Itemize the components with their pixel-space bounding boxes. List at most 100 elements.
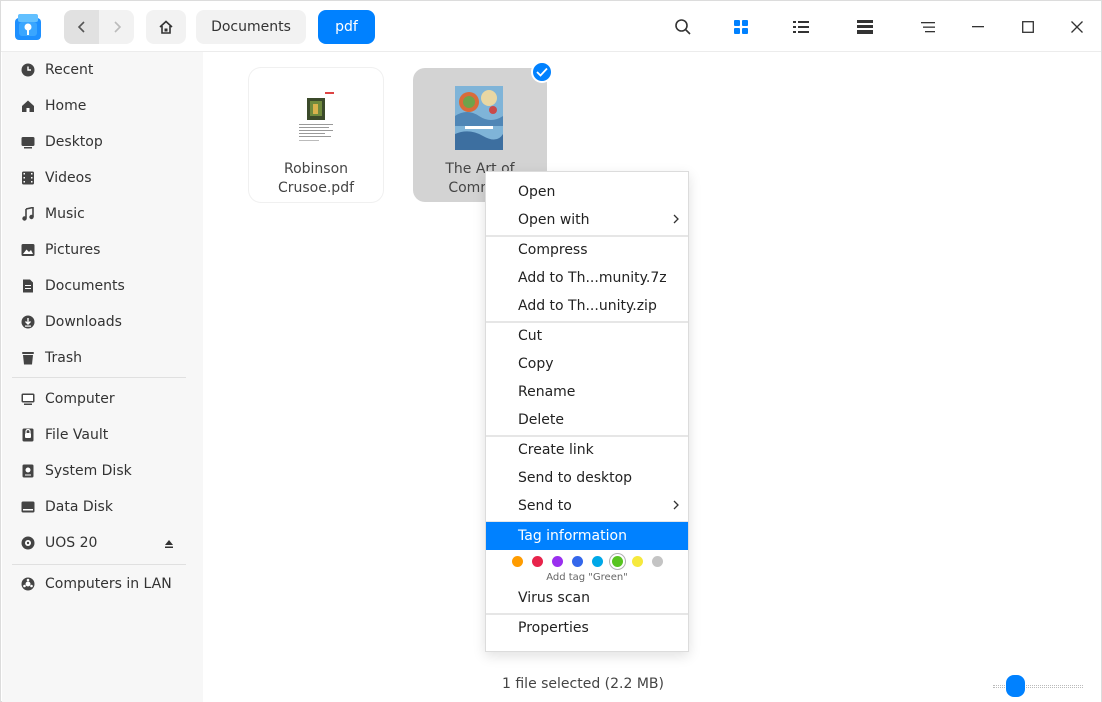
disk-icon — [20, 463, 36, 479]
menu-item-rename[interactable]: Rename — [486, 378, 688, 406]
sidebar-item-label: Computers in LAN — [45, 576, 172, 592]
sidebar-item-home[interactable]: Home — [2, 88, 203, 124]
chevron-right-icon — [113, 21, 121, 33]
status-bar-text: 1 file selected (2.2 MB) — [502, 676, 664, 692]
trash-icon — [20, 350, 36, 366]
sidebar-item-system-disk[interactable]: System Disk — [2, 453, 203, 489]
list-view-icon[interactable] — [788, 14, 814, 40]
menu-item-add-to-7z[interactable]: Add to Th...munity.7z — [486, 264, 688, 292]
title-bar: Documents pdf — [1, 1, 1101, 52]
home-button[interactable] — [146, 10, 186, 44]
tag-hint: Add tag "Green" — [546, 572, 628, 583]
menu-item-copy[interactable]: Copy — [486, 350, 688, 378]
menu-item-compress[interactable]: Compress — [486, 236, 688, 264]
tag-navy-blue[interactable] — [572, 556, 583, 567]
menu-item-cut[interactable]: Cut — [486, 322, 688, 350]
home-icon — [20, 98, 36, 114]
breadcrumb-pdf[interactable]: pdf — [318, 10, 375, 44]
sidebar-item-label: Downloads — [45, 314, 122, 330]
tag-gray[interactable] — [652, 556, 663, 567]
network-icon — [20, 576, 36, 592]
tag-green[interactable] — [612, 556, 623, 567]
menu-icon[interactable] — [915, 14, 941, 40]
file-manager-logo-icon — [13, 12, 43, 42]
sidebar-item-desktop[interactable]: Desktop — [2, 124, 203, 160]
tag-blue[interactable] — [592, 556, 603, 567]
sidebar-item-music[interactable]: Music — [2, 196, 203, 232]
tag-purple[interactable] — [552, 556, 563, 567]
breadcrumb-documents[interactable]: Documents — [196, 10, 306, 44]
search-icon[interactable] — [670, 14, 696, 40]
optical-disc-icon — [20, 535, 36, 551]
sidebar-item-downloads[interactable]: Downloads — [2, 304, 203, 340]
sidebar-item-uos-20[interactable]: UOS 20 — [2, 525, 203, 561]
menu-item-add-to-zip[interactable]: Add to Th...unity.zip — [486, 292, 688, 320]
pdf-thumbnail-icon — [295, 90, 337, 148]
menu-item-virus-scan[interactable]: Virus scan — [486, 584, 688, 612]
menu-item-open-with[interactable]: Open with — [486, 206, 688, 234]
details-view-icon[interactable] — [852, 14, 878, 40]
desktop-icon — [20, 134, 36, 150]
sidebar-item-label: Trash — [45, 350, 82, 366]
document-icon — [20, 278, 36, 294]
tag-color-picker — [512, 556, 672, 568]
eject-icon[interactable] — [164, 537, 174, 553]
sidebar-item-label: Recent — [45, 62, 94, 78]
icon-size-slider-handle[interactable] — [1006, 675, 1025, 697]
menu-item-send-to-desktop[interactable]: Send to desktop — [486, 464, 688, 492]
menu-item-send-to[interactable]: Send to — [486, 492, 688, 520]
back-button[interactable] — [64, 10, 99, 44]
sidebar-item-label: System Disk — [45, 463, 132, 479]
tag-yellow[interactable] — [632, 556, 643, 567]
music-icon — [20, 206, 36, 222]
home-icon — [159, 20, 173, 34]
navigation-buttons — [64, 10, 134, 44]
video-icon — [20, 170, 36, 186]
picture-icon — [20, 242, 36, 258]
tag-orange[interactable] — [512, 556, 523, 567]
sidebar-divider — [12, 377, 186, 378]
clock-icon — [20, 62, 36, 78]
maximize-icon[interactable] — [1015, 14, 1041, 40]
context-menu: Open Open with Compress Add to Th...muni… — [485, 171, 689, 652]
sidebar-item-trash[interactable]: Trash — [2, 340, 203, 376]
icon-view-icon[interactable] — [728, 14, 754, 40]
sidebar: Recent Home Desktop Videos Music Picture… — [2, 52, 203, 702]
sidebar-item-label: Documents — [45, 278, 125, 294]
sidebar-item-label: Pictures — [45, 242, 101, 258]
sidebar-item-pictures[interactable]: Pictures — [2, 232, 203, 268]
minimize-icon[interactable] — [965, 14, 991, 40]
disk-icon — [20, 499, 36, 515]
tag-red[interactable] — [532, 556, 543, 567]
sidebar-item-recent[interactable]: Recent — [2, 52, 203, 88]
file-manager-window: Documents pdf Recent Home Desktop Videos… — [0, 0, 1102, 702]
sidebar-item-data-disk[interactable]: Data Disk — [2, 489, 203, 525]
selected-checkmark-icon — [531, 61, 553, 83]
sidebar-divider — [12, 564, 186, 565]
sidebar-item-videos[interactable]: Videos — [2, 160, 203, 196]
sidebar-item-computer[interactable]: Computer — [2, 381, 203, 417]
sidebar-item-label: UOS 20 — [45, 535, 98, 551]
lock-icon — [20, 427, 36, 443]
menu-item-properties[interactable]: Properties — [486, 614, 688, 642]
menu-item-open[interactable]: Open — [486, 178, 688, 206]
sidebar-item-label: Music — [45, 206, 85, 222]
sidebar-item-label: File Vault — [45, 427, 109, 443]
sidebar-item-label: Desktop — [45, 134, 103, 150]
close-icon[interactable] — [1064, 14, 1090, 40]
sidebar-item-file-vault[interactable]: File Vault — [2, 417, 203, 453]
menu-item-delete[interactable]: Delete — [486, 406, 688, 434]
chevron-left-icon — [77, 21, 85, 33]
sidebar-item-documents[interactable]: Documents — [2, 268, 203, 304]
sidebar-item-label: Videos — [45, 170, 92, 186]
file-name: Robinson Crusoe.pdf — [277, 161, 355, 196]
sidebar-item-computers-in-lan[interactable]: Computers in LAN — [2, 566, 203, 602]
download-icon — [20, 314, 36, 330]
file-item-robinson-crusoe[interactable]: Robinson Crusoe.pdf — [249, 68, 383, 202]
sidebar-item-label: Data Disk — [45, 499, 113, 515]
chevron-right-icon — [672, 213, 680, 229]
chevron-right-icon — [672, 499, 680, 515]
forward-button[interactable] — [99, 10, 134, 44]
menu-item-tag-information[interactable]: Tag information — [486, 522, 688, 550]
menu-item-create-link[interactable]: Create link — [486, 436, 688, 464]
